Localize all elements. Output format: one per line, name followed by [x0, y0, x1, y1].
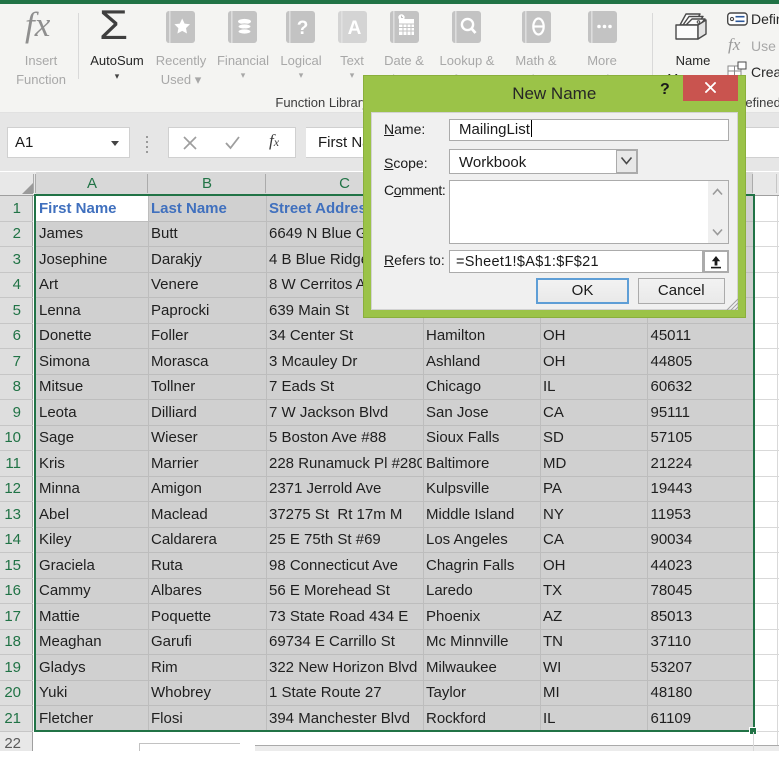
svg-text:?: ?: [297, 18, 309, 39]
svg-text:A: A: [348, 18, 362, 39]
